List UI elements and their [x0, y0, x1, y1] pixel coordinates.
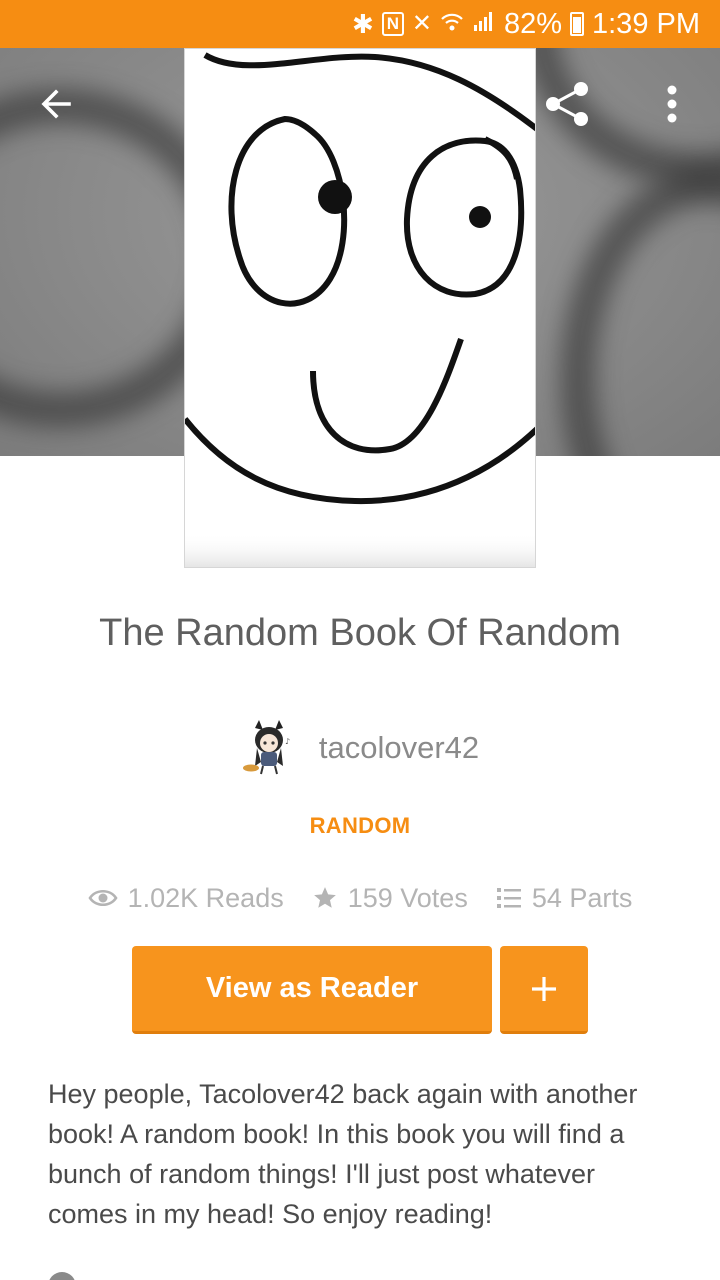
- svg-text:♪: ♪: [285, 737, 290, 746]
- votes-stat: 159 Votes: [312, 883, 468, 914]
- list-icon: [496, 888, 521, 908]
- more-vert-icon: [667, 85, 677, 123]
- reads-stat: 1.02K Reads: [88, 883, 284, 914]
- author-name[interactable]: tacolover42: [319, 730, 479, 766]
- eye-icon: [88, 889, 118, 907]
- story-title: The Random Book Of Random: [99, 612, 621, 654]
- reads-count: 1.02K Reads: [127, 882, 284, 913]
- battery-icon: [570, 12, 584, 36]
- story-cover[interactable]: [184, 48, 536, 568]
- wifi-icon: [440, 8, 464, 41]
- back-button[interactable]: [28, 76, 84, 132]
- parts-stat: 54 Parts: [496, 882, 633, 914]
- parts-count: 54 Parts: [531, 882, 633, 913]
- mute-icon: ✕: [411, 10, 432, 37]
- author-row[interactable]: ♪ tacolover42: [0, 716, 720, 780]
- avatar[interactable]: ♪: [241, 718, 297, 778]
- star-icon: [313, 887, 336, 908]
- clock: 1:39 PM: [592, 7, 700, 40]
- view-as-reader-button[interactable]: View as Reader: [132, 946, 492, 1034]
- share-button[interactable]: [540, 76, 596, 132]
- votes-count: 159 Votes: [347, 882, 468, 913]
- share-icon: [546, 82, 588, 126]
- category-tag[interactable]: RANDOM: [0, 813, 720, 839]
- story-stats: 1.02K Reads 159 Votes 54 Parts: [0, 878, 720, 918]
- add-to-library-button[interactable]: [500, 946, 588, 1034]
- plus-icon: [532, 976, 556, 1001]
- comment-avatar: [48, 1272, 76, 1280]
- signal-icon: [472, 8, 496, 41]
- status-bar: ✱ N ✕ 82% 1:39 PM: [0, 0, 720, 48]
- battery-percent: 82%: [503, 7, 562, 40]
- arrow-left-icon: [41, 89, 71, 119]
- bluetooth-icon: ✱: [352, 9, 374, 39]
- more-options-button[interactable]: [644, 76, 700, 132]
- story-description: Hey people, Tacolover42 back again with …: [48, 1079, 638, 1229]
- nfc-icon: N: [381, 12, 404, 36]
